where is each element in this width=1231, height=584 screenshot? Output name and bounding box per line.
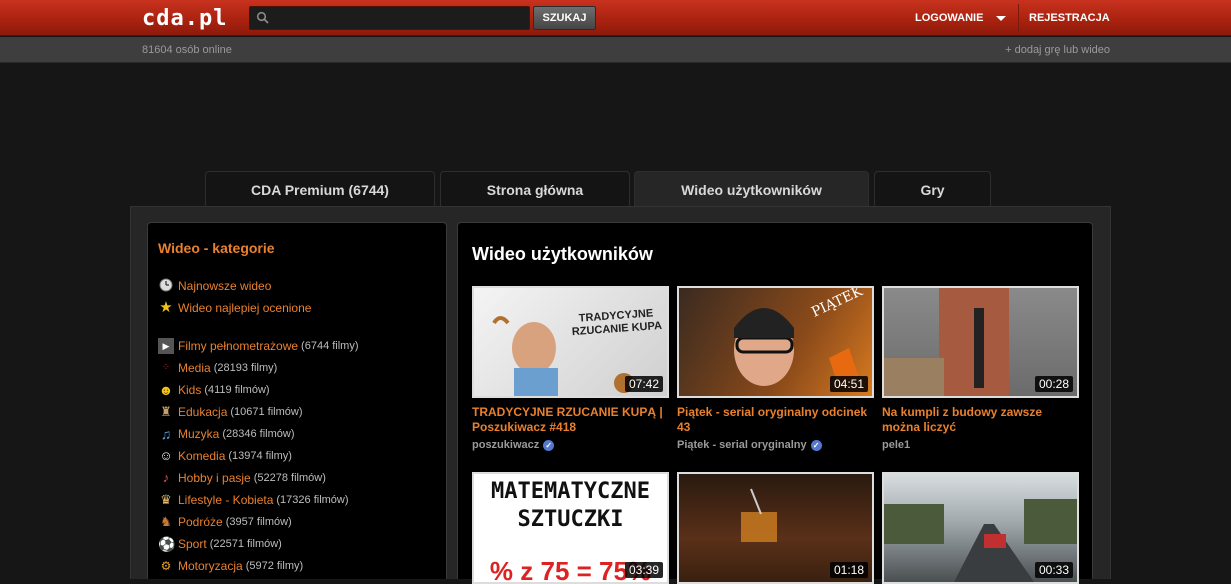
travel-icon: ♞: [160, 514, 172, 529]
video-duration: 00:28: [1034, 376, 1073, 392]
search-icon: [256, 11, 269, 24]
login-link[interactable]: LOGOWANIE: [915, 12, 983, 24]
video-thumbnail[interactable]: TRADYCYJNE RZUCANIE KUPA 07:42: [472, 286, 669, 398]
sidebar-item-kids[interactable]: ☻ Kids (4119 filmów): [158, 382, 270, 398]
video-title[interactable]: Na kumpli z budowy zawsze można liczyć: [882, 405, 1079, 435]
category-sidebar: Wideo - kategorie Najnowsze wideo ★ Wideo…: [147, 222, 447, 579]
search-button[interactable]: SZUKAJ: [533, 6, 596, 30]
soccer-ball-icon: ⚽: [158, 536, 176, 552]
sidebar-item-comedy[interactable]: ☺ Komedia (13974 filmy): [158, 448, 292, 464]
video-title[interactable]: Piątek - serial oryginalny odcinek 43: [677, 405, 874, 435]
video-thumbnail[interactable]: PIĄTEK 04:51: [677, 286, 874, 398]
video-title[interactable]: TRADYCYJNE RZUCANIE KUPĄ | Poszukiwacz #…: [472, 405, 669, 435]
sidebar-item-travel[interactable]: ♞ Podróże (3957 filmów): [158, 514, 292, 530]
header-divider: [1018, 4, 1019, 32]
music-icon: ♫: [160, 426, 172, 442]
media-icon: ⁘: [161, 362, 171, 373]
search-input[interactable]: [274, 9, 524, 27]
smiley-icon: ☻: [158, 382, 174, 398]
woman-icon: ♛: [160, 492, 172, 507]
sidebar-item-lifestyle[interactable]: ♛ Lifestyle - Kobieta (17326 filmów): [158, 492, 348, 508]
register-link[interactable]: REJESTRACJA: [1029, 12, 1110, 24]
online-count: 81604 osób online: [142, 44, 232, 56]
sidebar-title: Wideo - kategorie: [158, 240, 275, 256]
site-logo[interactable]: cda.pl: [142, 6, 227, 31]
sidebar-item-newest[interactable]: Najnowsze wideo: [158, 278, 271, 294]
video-thumbnail[interactable]: 01:18: [677, 472, 874, 584]
top-header: cda.pl SZUKAJ LOGOWANIE REJESTRACJA: [0, 0, 1231, 36]
video-list-panel: Wideo użytkowników TRADYCYJNE RZUCANIE K…: [457, 222, 1093, 584]
car-icon: ⚙: [160, 559, 172, 573]
add-content-link[interactable]: + dodaj grę lub wideo: [1005, 44, 1110, 56]
tab-games[interactable]: Gry: [874, 171, 991, 207]
search-box[interactable]: [249, 6, 530, 30]
video-author[interactable]: Piątek - serial oryginalny ✓: [677, 439, 822, 451]
sidebar-item-motoring[interactable]: ⚙ Motoryzacja (5972 filmy): [158, 558, 304, 574]
verified-icon: ✓: [810, 439, 822, 451]
sidebar-item-music[interactable]: ♫ Muzyka (28346 filmów): [158, 426, 295, 442]
clock-icon: [158, 278, 174, 294]
tab-home[interactable]: Strona główna: [440, 171, 630, 207]
education-icon: ♜: [160, 404, 172, 419]
thumbnail-caption: MATEMATYCZNE SZTUCZKI: [491, 479, 650, 532]
tab-user-videos[interactable]: Wideo użytkowników: [634, 171, 869, 207]
video-duration: 07:42: [624, 376, 663, 392]
film-icon: ▶: [158, 338, 174, 354]
chevron-down-icon[interactable]: [996, 16, 1006, 21]
sidebar-item-movies[interactable]: ▶ Filmy pełnometrażowe (6744 filmy): [158, 338, 359, 354]
video-thumbnail[interactable]: MATEMATYCZNE SZTUCZKI % z 75 = 75% 03:39: [472, 472, 669, 584]
video-author[interactable]: poszukiwacz ✓: [472, 439, 555, 451]
sidebar-item-sport[interactable]: ⚽ Sport (22571 filmów): [158, 536, 282, 552]
guitar-icon: ♪: [162, 470, 170, 485]
sidebar-item-hobby[interactable]: ♪ Hobby i pasje (52278 filmów): [158, 470, 326, 486]
star-icon: ★: [159, 299, 173, 316]
video-duration: 00:33: [1034, 562, 1073, 578]
verified-icon: ✓: [543, 439, 555, 451]
sidebar-item-top-rated[interactable]: ★ Wideo najlepiej ocenione: [158, 300, 311, 316]
sidebar-item-education[interactable]: ♜ Edukacja (10671 filmów): [158, 404, 302, 420]
video-duration: 04:51: [829, 376, 868, 392]
section-title: Wideo użytkowników: [472, 244, 653, 264]
video-author[interactable]: pele1: [882, 439, 910, 451]
sub-header: 81604 osób online + dodaj grę lub wideo: [0, 37, 1231, 63]
video-duration: 01:18: [829, 562, 868, 578]
comedy-mask-icon: ☺: [159, 448, 173, 463]
video-thumbnail[interactable]: 00:28: [882, 286, 1079, 398]
video-thumbnail[interactable]: 00:33: [882, 472, 1079, 584]
video-duration: 03:39: [624, 562, 663, 578]
sidebar-item-media[interactable]: ⁘ Media (28193 filmy): [158, 360, 277, 376]
tab-cda-premium[interactable]: CDA Premium (6744): [205, 171, 435, 207]
